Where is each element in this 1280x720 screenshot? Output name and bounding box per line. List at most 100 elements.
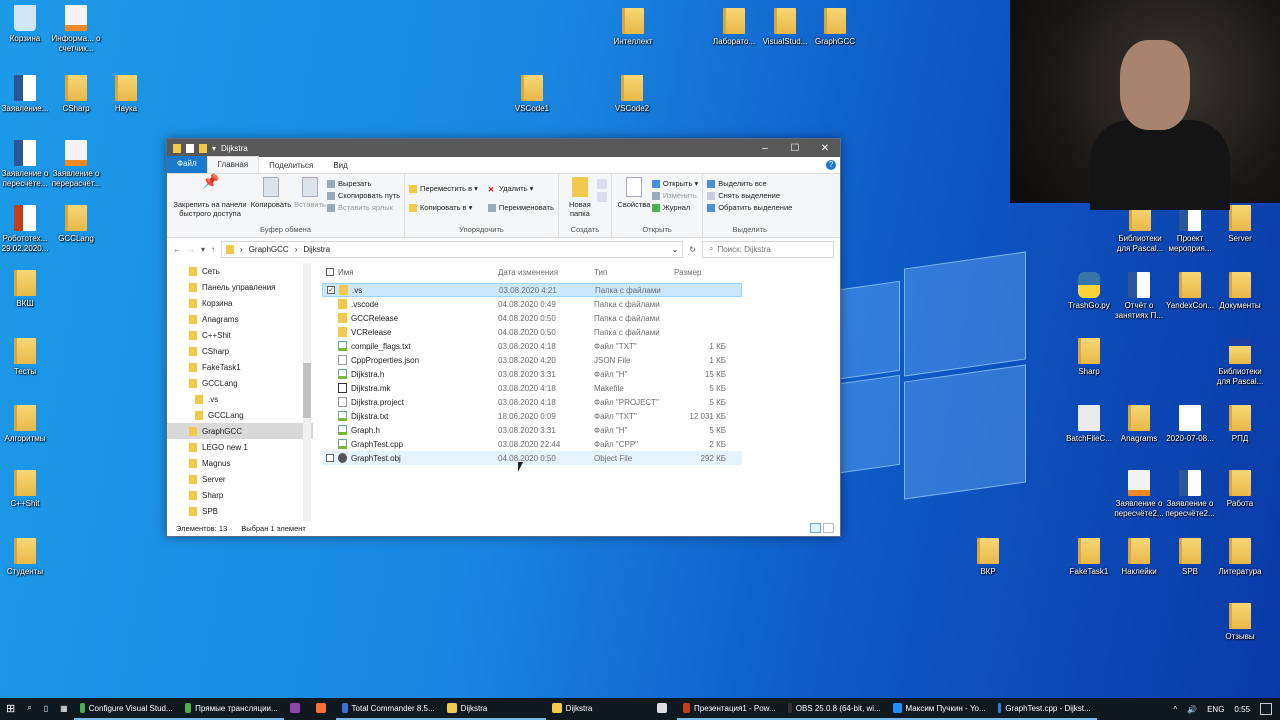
desktop-icon[interactable]: VSCode1 (506, 75, 558, 114)
desktop-icon[interactable]: Заявление о пересчёте... (0, 140, 51, 189)
desktop-icon[interactable]: Интеллект (607, 8, 659, 47)
nav-item[interactable]: Сеть (167, 263, 313, 279)
nav-scrollbar[interactable] (303, 263, 311, 521)
desktop-icon[interactable]: Заявление о пересчёте2... (1113, 470, 1165, 519)
desktop-icon[interactable]: Робототех... 29.02.2020... (0, 205, 51, 254)
scrollbar-thumb[interactable] (303, 363, 311, 418)
volume-icon[interactable]: 🔊 (1187, 705, 1197, 714)
nav-item[interactable]: Корзина (167, 295, 313, 311)
language-indicator[interactable]: ENG (1207, 705, 1224, 714)
desktop-icon[interactable]: ВКР (962, 538, 1014, 577)
desktop-icon[interactable]: Библиотеки для Pascal... (1114, 205, 1166, 254)
desktop-icon[interactable]: ВКШ (0, 270, 51, 309)
cut-button[interactable]: Вырезать (327, 179, 400, 188)
select-all-button[interactable]: Выделить все (707, 179, 792, 188)
tab-file[interactable]: Файл (167, 156, 207, 173)
details-view-button[interactable] (810, 523, 821, 533)
address-bar[interactable]: › GraphGCC › Dijkstra ⌄ (221, 240, 684, 258)
desktop-icon[interactable]: Алгоритмы (0, 405, 51, 444)
column-size[interactable]: Размер (674, 268, 726, 277)
help-icon[interactable]: ? (826, 160, 836, 170)
breadcrumb-graphgcc[interactable]: GraphGCC (249, 245, 289, 254)
desktop-icon[interactable]: Заявление о перерасчёт... (50, 140, 102, 189)
edit-button[interactable]: Изменить (651, 191, 698, 200)
desktop-icon[interactable]: YandexCon... (1164, 272, 1216, 311)
desktop-icon[interactable]: Библиотеки для Pascal... (1214, 338, 1266, 387)
column-date[interactable]: Дата изменения (498, 268, 594, 277)
taskbar-item[interactable]: Прямые трансляции... (178, 698, 284, 720)
pin-quick-access-button[interactable]: 📌 Закрепить на панели быстрого доступа (171, 174, 249, 225)
nav-item[interactable]: .vs (167, 391, 313, 407)
desktop-icon[interactable]: VSCode2 (606, 75, 658, 114)
taskbar-item[interactable]: Презентация1 - Pow... (676, 698, 782, 720)
tab-home[interactable]: Главная (206, 156, 260, 173)
desktop-icon[interactable]: TrashGo.py (1063, 272, 1115, 311)
tab-view[interactable]: Вид (323, 158, 357, 173)
properties-quick-icon[interactable] (186, 143, 194, 153)
paste-button[interactable]: Вставить (293, 177, 327, 225)
desktop-icon[interactable]: VisualStud... (759, 8, 811, 47)
notifications-icon[interactable] (1260, 703, 1272, 715)
maximize-button[interactable]: ☐ (780, 143, 810, 154)
easy-access-icon[interactable] (596, 192, 607, 202)
file-row[interactable]: VCRelease 04.08.2020 0:50 Папка с файлами (322, 325, 742, 339)
new-item-icon[interactable] (596, 179, 607, 189)
desktop-icon[interactable]: Наука (100, 75, 152, 114)
desktop-icon[interactable]: FakeTask1 (1063, 538, 1115, 577)
desktop-icon[interactable]: РПД (1214, 405, 1266, 444)
file-row[interactable]: Dijkstra.h 03.08.2020 3:31 Файл "H" 15 КБ (322, 367, 742, 381)
nav-item[interactable]: GCCLang (167, 407, 313, 423)
recent-dropdown-icon[interactable]: ▾ (201, 245, 205, 254)
column-type[interactable]: Тип (594, 268, 674, 277)
search-button[interactable]: ⌕ (21, 698, 37, 720)
taskbar-item[interactable] (651, 698, 677, 720)
nav-item[interactable]: Панель управления (167, 279, 313, 295)
desktop-icon[interactable]: Наклейки (1113, 538, 1165, 577)
select-none-button[interactable]: Снять выделение (707, 191, 792, 200)
start-button[interactable]: ⊞ (0, 698, 21, 720)
desktop-icon[interactable]: Тесты (0, 338, 51, 377)
file-row[interactable]: Dijkstra.mk 03.08.2020 4:18 Makefile 5 КБ (322, 381, 742, 395)
up-arrow-icon[interactable]: ↑ (211, 245, 215, 254)
new-folder-quick-icon[interactable] (199, 143, 207, 153)
taskbar-item[interactable]: GraphTest.cpp - Dijkst... (991, 698, 1097, 720)
taskbar-item[interactable]: OBS 25.0.8 (64-bit, wi... (781, 698, 887, 720)
desktop-icon[interactable]: Работа (1214, 470, 1266, 509)
rename-button[interactable]: Переименовать (487, 203, 554, 212)
refresh-icon[interactable]: ↻ (689, 245, 696, 254)
taskbar-item[interactable]: Total Commander 8.5... (335, 698, 441, 720)
file-row[interactable]: Graph.h 03.08.2020 3:31 Файл "H" 5 КБ (322, 423, 742, 437)
desktop-icon[interactable]: Server (1214, 205, 1266, 244)
taskbar-item[interactable]: Dijkstra (546, 698, 651, 720)
column-name[interactable]: Имя (322, 268, 498, 277)
tiles-view-button[interactable] (823, 523, 834, 533)
desktop-icon[interactable]: Заявление... (0, 75, 51, 114)
taskbar-item[interactable] (310, 698, 336, 720)
desktop-icon[interactable]: C++Shit (0, 470, 51, 509)
file-row[interactable]: Dijkstra.project 03.08.2020 4:18 Файл "PRO… (322, 395, 742, 409)
copy-to-button[interactable]: Копировать в ▾ (409, 203, 478, 212)
copy-path-button[interactable]: Скопировать путь (327, 191, 400, 200)
nav-item[interactable]: GraphGCC (167, 423, 313, 439)
row-checkbox[interactable] (326, 454, 334, 462)
nav-item[interactable]: Server (167, 471, 313, 487)
copy-button[interactable]: Копировать (249, 177, 293, 225)
desktop-icon[interactable]: GraphGCC (809, 8, 861, 47)
desktop-icon[interactable]: Anagrams (1113, 405, 1165, 444)
desktop-icon[interactable]: Отзывы (1214, 603, 1266, 642)
desktop-icon[interactable]: Информа... о счетчик... (50, 5, 102, 54)
back-arrow-icon[interactable]: ← (173, 245, 181, 254)
desktop-icon[interactable]: CSharp (50, 75, 102, 114)
desktop-icon[interactable]: SPB (1164, 538, 1216, 577)
desktop-icon[interactable]: Студенты (0, 538, 51, 577)
close-button[interactable]: ✕ (810, 143, 840, 154)
history-button[interactable]: Журнал (651, 203, 698, 212)
search-input[interactable]: ⌕ Поиск: Dijkstra (702, 240, 834, 258)
desktop-icon[interactable]: 2020-07-08... (1164, 405, 1216, 444)
tray-overflow-icon[interactable]: ^ (1173, 705, 1177, 714)
invert-selection-button[interactable]: Обратить выделение (707, 203, 792, 212)
desktop-icon[interactable]: Отчёт о занятиях П... (1113, 272, 1165, 321)
desktop-icon[interactable]: Литература (1214, 538, 1266, 577)
paste-shortcut-button[interactable]: Вставить ярлык (327, 203, 400, 212)
file-row[interactable]: Dijkstra.txt 18.06.2020 0:09 Файл "TXT" 12 … (322, 409, 742, 423)
